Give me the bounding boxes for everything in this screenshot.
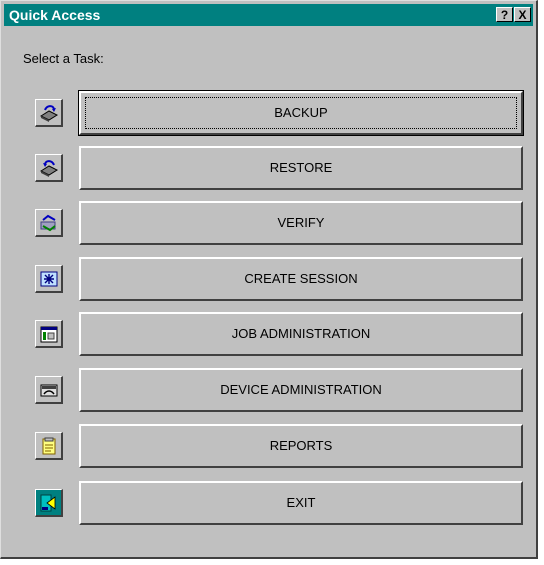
verify-icon[interactable] (35, 209, 63, 237)
backup-label: BACKUP (274, 105, 328, 120)
task-row-exit: EXIT (35, 481, 525, 525)
task-row-verify: VERIFY (35, 201, 525, 245)
task-row-device-administration: DEVICE ADMINISTRATION (35, 368, 525, 412)
task-row-job-administration: JOB ADMINISTRATION (35, 312, 525, 356)
title-bar: Quick Access ? X (4, 4, 533, 26)
verify-button[interactable]: VERIFY (79, 201, 523, 245)
job-administration-icon[interactable] (35, 320, 63, 348)
restore-disk-icon[interactable] (35, 154, 63, 182)
task-row-backup: BACKUP (35, 90, 525, 136)
job-administration-label: JOB ADMINISTRATION (231, 326, 371, 341)
exit-button[interactable]: EXIT (79, 481, 523, 525)
device-administration-label: DEVICE ADMINISTRATION (220, 382, 382, 397)
backup-button[interactable]: BACKUP (78, 90, 524, 136)
create-session-label: CREATE SESSION (244, 271, 358, 286)
create-session-icon[interactable] (35, 265, 63, 293)
backup-disk-icon[interactable] (35, 99, 63, 127)
create-session-button[interactable]: CREATE SESSION (79, 257, 523, 301)
restore-button[interactable]: RESTORE (79, 146, 523, 190)
job-administration-button[interactable]: JOB ADMINISTRATION (79, 312, 523, 356)
reports-button[interactable]: REPORTS (79, 424, 523, 468)
device-administration-button[interactable]: DEVICE ADMINISTRATION (79, 368, 523, 412)
reports-label: REPORTS (269, 438, 333, 453)
quick-access-dialog: Quick Access ? X Select a Task: BACKUP R… (0, 0, 538, 559)
task-prompt: Select a Task: (23, 51, 104, 66)
exit-icon[interactable] (35, 489, 63, 517)
task-row-restore: RESTORE (35, 146, 525, 190)
device-administration-icon[interactable] (35, 376, 63, 404)
close-button[interactable]: X (514, 7, 531, 22)
verify-label: VERIFY (277, 215, 325, 230)
task-row-reports: REPORTS (35, 424, 525, 468)
task-row-create-session: CREATE SESSION (35, 257, 525, 301)
restore-label: RESTORE (269, 160, 333, 175)
exit-label: EXIT (286, 495, 316, 510)
reports-icon[interactable] (35, 432, 63, 460)
help-button[interactable]: ? (496, 7, 513, 22)
window-title: Quick Access (9, 7, 101, 23)
